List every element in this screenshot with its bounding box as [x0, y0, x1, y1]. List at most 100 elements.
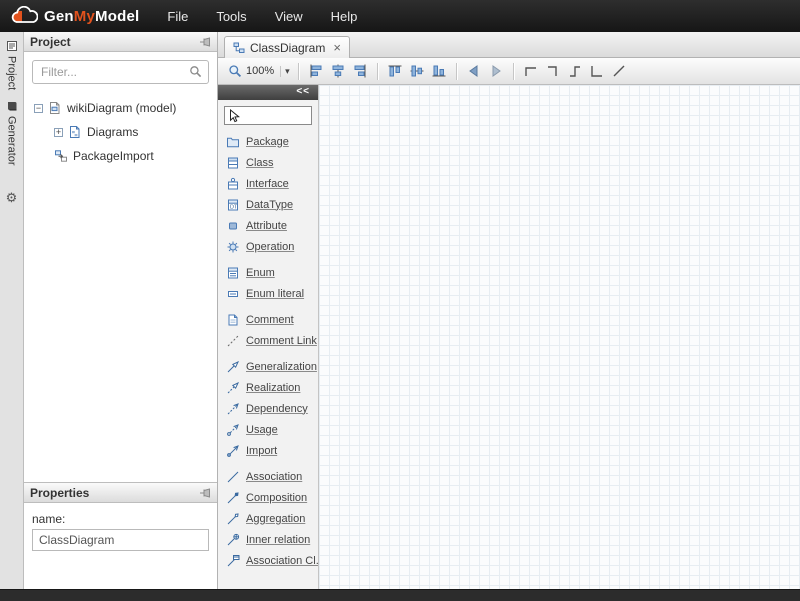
rail-tab-generator[interactable]: Generator: [6, 100, 18, 166]
tree-item-label: Diagrams: [87, 125, 138, 139]
palette-tool-generalization[interactable]: Generalization: [218, 356, 318, 377]
palette-tool-package[interactable]: Package: [218, 131, 318, 152]
connector-rectilinear-icon[interactable]: [520, 61, 542, 82]
brand-logo: GenMyModel: [0, 6, 153, 26]
palette-tool-operation[interactable]: Operation: [218, 236, 318, 257]
brand-name: GenMyModel: [44, 8, 139, 25]
pin-icon[interactable]: [199, 37, 211, 47]
connector-step-icon[interactable]: [564, 61, 586, 82]
tree-item-packageimport[interactable]: PackageImport: [24, 144, 217, 168]
properties-panel-header: Properties: [24, 483, 217, 503]
align-top-icon[interactable]: [384, 61, 406, 82]
connector-corner-icon[interactable]: [586, 61, 608, 82]
arrow-right-icon[interactable]: [485, 61, 507, 82]
tree-item-diagrams[interactable]: + Diagrams: [24, 120, 217, 144]
zoom-value: 100%: [246, 65, 274, 77]
palette-tool-comment-link[interactable]: Comment Link: [218, 330, 318, 351]
palette-tool-label: Comment Link: [246, 335, 317, 347]
editor-area: ClassDiagram × 100% ▾: [218, 32, 800, 589]
package-import-icon: [54, 149, 68, 163]
menu-tools[interactable]: Tools: [202, 0, 260, 32]
palette-tool-dependency[interactable]: Dependency: [218, 398, 318, 419]
filter-input[interactable]: [32, 60, 209, 84]
project-tree: − wikiDiagram (model) + Diagrams: [24, 92, 217, 168]
top-bar: GenMyModel File Tools View Help: [0, 0, 800, 32]
menu-view[interactable]: View: [261, 0, 317, 32]
palette-tool-label: Package: [246, 136, 289, 148]
realization-icon: [226, 381, 240, 395]
align-center-icon[interactable]: [327, 61, 349, 82]
palette-collapse-button[interactable]: <<: [218, 85, 318, 100]
rail-tab-project[interactable]: Project: [6, 40, 18, 90]
enum-literal-icon: [226, 287, 240, 301]
palette-tool-label: Inner relation: [246, 534, 310, 546]
palette-tool-label: Interface: [246, 178, 289, 190]
content-area: Project Generator ⚙ Project: [0, 32, 800, 589]
arrow-left-icon[interactable]: [463, 61, 485, 82]
align-right-icon[interactable]: [349, 61, 371, 82]
pointer-tool[interactable]: [224, 106, 312, 125]
model-file-icon: [48, 101, 62, 115]
comment-link-icon: [226, 334, 240, 348]
comment-icon: [226, 313, 240, 327]
connector-elbow-icon[interactable]: [542, 61, 564, 82]
palette-tool-aggregation[interactable]: Aggregation: [218, 508, 318, 529]
palette-tool-attribute[interactable]: Attribute: [218, 215, 318, 236]
status-bar: [0, 589, 800, 601]
project-panel: Project −: [24, 32, 217, 482]
tab-label: ClassDiagram: [250, 41, 325, 55]
palette-tool-label: Enum: [246, 267, 275, 279]
palette-tool-association[interactable]: Association: [218, 466, 318, 487]
palette-tool-label: Comment: [246, 314, 294, 326]
palette-tool-datatype[interactable]: DT DataType: [218, 194, 318, 215]
properties-panel: Properties name:: [24, 482, 217, 589]
palette-tool-association-class[interactable]: Association Cl...: [218, 550, 318, 571]
gear-icon[interactable]: ⚙: [6, 190, 18, 206]
align-bottom-icon[interactable]: [428, 61, 450, 82]
close-icon[interactable]: ×: [333, 43, 341, 53]
palette-tool-class[interactable]: Class: [218, 152, 318, 173]
search-icon: [189, 65, 202, 78]
svg-text:DT: DT: [230, 204, 238, 210]
tab-classdiagram[interactable]: ClassDiagram ×: [224, 36, 350, 58]
palette-tool-interface[interactable]: Interface: [218, 173, 318, 194]
toolbar-separator: [377, 63, 378, 80]
palette-tool-realization[interactable]: Realization: [218, 377, 318, 398]
palette-tool-comment[interactable]: Comment: [218, 309, 318, 330]
palette-tool-inner-relation[interactable]: Inner relation: [218, 529, 318, 550]
palette-tool-usage[interactable]: Usage: [218, 419, 318, 440]
align-left-icon[interactable]: [305, 61, 327, 82]
name-field[interactable]: [32, 529, 209, 551]
palette-tool-label: Operation: [246, 241, 294, 253]
toolbar-separator: [456, 63, 457, 80]
attribute-icon: [226, 219, 240, 233]
palette-tool-label: Dependency: [246, 403, 308, 415]
menu-file[interactable]: File: [153, 0, 202, 32]
palette-tool-import[interactable]: Import: [218, 440, 318, 461]
pin-icon[interactable]: [199, 488, 211, 498]
tree-item-wikidiagram[interactable]: − wikiDiagram (model): [24, 96, 217, 120]
left-panel-column: Project −: [24, 32, 218, 589]
rail-tab-generator-label: Generator: [6, 116, 18, 166]
palette-tool-composition[interactable]: Composition: [218, 487, 318, 508]
expand-plus-icon[interactable]: +: [54, 128, 63, 137]
menu-help[interactable]: Help: [317, 0, 372, 32]
usage-icon: [226, 423, 240, 437]
palette-tool-label: Attribute: [246, 220, 287, 232]
tool-palette: << Package Class: [218, 85, 319, 589]
menu-bar: File Tools View Help: [153, 0, 371, 32]
rail-tab-project-label: Project: [6, 56, 18, 90]
aggregation-icon: [226, 512, 240, 526]
palette-tool-enum[interactable]: Enum: [218, 262, 318, 283]
palette-tool-enum-literal[interactable]: Enum literal: [218, 283, 318, 304]
chevron-down-icon[interactable]: ▾: [280, 66, 290, 77]
toolbar-separator: [298, 63, 299, 80]
palette-tool-label: Enum literal: [246, 288, 304, 300]
diagram-canvas[interactable]: [319, 85, 800, 589]
interface-icon: [226, 177, 240, 191]
connector-oblique-icon[interactable]: [608, 61, 630, 82]
align-middle-icon[interactable]: [406, 61, 428, 82]
palette-tool-label: Realization: [246, 382, 300, 394]
zoom-control[interactable]: 100% ▾: [226, 64, 292, 78]
collapse-expander-icon[interactable]: −: [34, 104, 43, 113]
